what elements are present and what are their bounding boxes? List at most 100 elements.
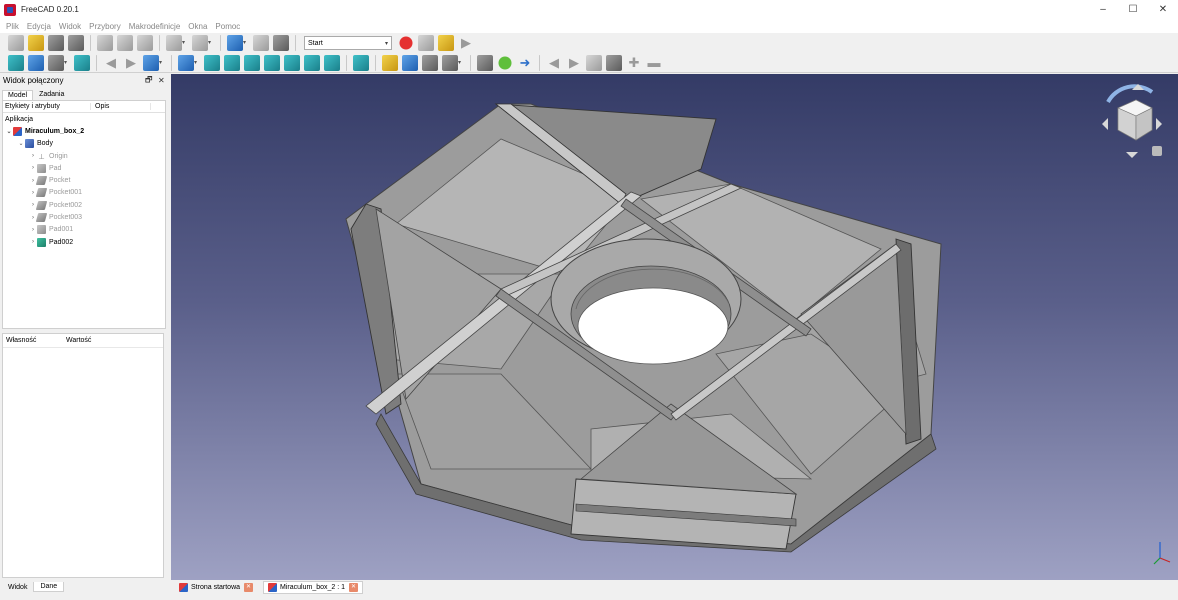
- zoom-out-icon[interactable]: ▬: [646, 55, 662, 71]
- copy-icon[interactable]: [117, 35, 133, 51]
- fit-all-icon[interactable]: [8, 54, 24, 71]
- tree-item-pocket002[interactable]: › Pocket002: [3, 199, 165, 211]
- redo-icon[interactable]: [192, 35, 208, 51]
- workbench-selector[interactable]: Start ▾: [304, 36, 392, 50]
- close-button[interactable]: ✕: [1148, 0, 1178, 19]
- tab-start-page[interactable]: Strona startowa ✕: [175, 581, 257, 594]
- right-view-icon[interactable]: [264, 54, 280, 71]
- forward-arrow-icon[interactable]: ▶: [123, 55, 139, 71]
- save-as-icon[interactable]: [68, 35, 84, 51]
- record-macro-icon[interactable]: [398, 35, 414, 51]
- menu-tools[interactable]: Przybory: [85, 22, 125, 31]
- tree-document[interactable]: ⌄ Miraculum_box_2: [3, 125, 165, 137]
- rotate-left-arrow-icon[interactable]: [1106, 84, 1154, 104]
- chevron-down-icon[interactable]: ▾: [64, 55, 70, 71]
- chevron-right-icon[interactable]: ›: [29, 165, 37, 171]
- measure-icon[interactable]: [353, 54, 369, 71]
- column-description[interactable]: Opis: [91, 103, 151, 110]
- chevron-right-icon[interactable]: ›: [29, 239, 37, 245]
- fit-selection-icon[interactable]: [28, 54, 44, 71]
- front-view-icon[interactable]: [224, 54, 240, 71]
- make-link-icon[interactable]: [422, 54, 438, 71]
- tab-model[interactable]: Model: [2, 90, 34, 100]
- sync-view-icon[interactable]: [143, 54, 159, 71]
- tree-item-pad[interactable]: › Pad: [3, 162, 165, 174]
- create-part-icon[interactable]: [382, 54, 398, 71]
- draw-style-icon[interactable]: [48, 54, 64, 71]
- column-property[interactable]: Własność: [3, 337, 63, 344]
- chevron-down-icon[interactable]: ▾: [182, 35, 188, 51]
- arrow-down-icon[interactable]: [1126, 152, 1138, 158]
- chevron-down-icon[interactable]: ▾: [159, 55, 165, 71]
- zoom-in-icon[interactable]: ✚: [626, 55, 642, 71]
- isometric-view-icon[interactable]: [204, 54, 220, 71]
- no-entry-icon[interactable]: [477, 54, 493, 71]
- menu-file[interactable]: Plik: [2, 22, 23, 31]
- web-forward-icon[interactable]: ▶: [566, 55, 582, 71]
- tab-data[interactable]: Dane: [33, 582, 65, 592]
- top-view-icon[interactable]: [244, 54, 260, 71]
- open-folder-icon[interactable]: [28, 35, 44, 51]
- menu-help[interactable]: Pomoc: [211, 22, 244, 31]
- tree-item-pad001[interactable]: › Pad001: [3, 224, 165, 236]
- edit-macro-icon[interactable]: [438, 35, 454, 51]
- tree-body[interactable]: ⌄ Body: [3, 138, 165, 150]
- maximize-button[interactable]: ☐: [1118, 0, 1148, 19]
- refresh-icon[interactable]: [227, 35, 243, 51]
- minimize-button[interactable]: –: [1088, 0, 1118, 19]
- menu-edit[interactable]: Edycja: [23, 22, 55, 31]
- bottom-view-icon[interactable]: [304, 54, 320, 71]
- close-icon[interactable]: ✕: [349, 582, 359, 592]
- navigation-cube[interactable]: [1096, 80, 1168, 160]
- whats-this-icon[interactable]: [273, 35, 289, 51]
- link-actions-icon[interactable]: [442, 54, 458, 71]
- tree-item-pocket003[interactable]: › Pocket003: [3, 211, 165, 223]
- close-panel-icon[interactable]: ✕: [158, 76, 165, 85]
- web-globe-icon[interactable]: [497, 54, 513, 71]
- menu-windows[interactable]: Okna: [184, 22, 211, 31]
- tree-item-origin[interactable]: › ⟂ Origin: [3, 150, 165, 162]
- tree-item-pocket001[interactable]: › Pocket001: [3, 187, 165, 199]
- chevron-down-icon[interactable]: ⌄: [17, 140, 25, 147]
- arrow-right-icon[interactable]: [1156, 118, 1162, 130]
- menu-macro[interactable]: Makrodefinicje: [125, 22, 185, 31]
- tab-document-view[interactable]: Miraculum_box_2 : 1 ✕: [263, 580, 364, 594]
- paste-icon[interactable]: [137, 35, 153, 51]
- menu-view[interactable]: Widok: [55, 22, 85, 31]
- tab-tasks[interactable]: Zadania: [33, 89, 70, 100]
- view-menu-icon[interactable]: [1152, 146, 1162, 156]
- chevron-right-icon[interactable]: ›: [29, 227, 37, 233]
- new-document-icon[interactable]: [8, 35, 24, 51]
- cut-icon[interactable]: [97, 35, 113, 51]
- create-group-icon[interactable]: [402, 54, 418, 71]
- column-value[interactable]: Wartość: [63, 337, 91, 344]
- left-view-icon[interactable]: [324, 54, 340, 71]
- close-icon[interactable]: ✕: [244, 582, 254, 592]
- tree-item-pad002[interactable]: › Pad002: [3, 236, 165, 248]
- bounding-box-icon[interactable]: [74, 54, 90, 71]
- back-arrow-icon[interactable]: ◀: [103, 55, 119, 71]
- chevron-down-icon[interactable]: ▾: [208, 35, 214, 51]
- web-stop-icon[interactable]: [606, 54, 622, 71]
- chevron-down-icon[interactable]: ▾: [243, 35, 249, 51]
- float-panel-icon[interactable]: 🗗: [145, 74, 153, 88]
- chevron-right-icon[interactable]: ›: [29, 153, 37, 159]
- column-labels[interactable]: Etykiety i atrybuty: [3, 103, 91, 110]
- arrow-left-icon[interactable]: [1102, 118, 1108, 130]
- tree-item-pocket[interactable]: › Pocket: [3, 174, 165, 186]
- chevron-down-icon[interactable]: ▾: [458, 55, 464, 71]
- model-3d-render[interactable]: [171, 74, 1178, 580]
- chevron-down-icon[interactable]: ▾: [194, 55, 200, 71]
- std-views-icon[interactable]: [178, 54, 194, 71]
- web-refresh-icon[interactable]: [586, 54, 602, 71]
- stop-macro-icon[interactable]: [418, 35, 434, 51]
- go-arrow-icon[interactable]: ➜: [517, 55, 533, 71]
- web-back-icon[interactable]: ◀: [546, 55, 562, 71]
- undo-icon[interactable]: [166, 35, 182, 51]
- chevron-down-icon[interactable]: ⌄: [5, 128, 13, 135]
- save-icon[interactable]: [48, 35, 64, 51]
- tab-view[interactable]: Widok: [2, 583, 33, 592]
- run-macro-icon[interactable]: ▶: [458, 35, 474, 51]
- 3d-viewport[interactable]: [171, 74, 1178, 580]
- rear-view-icon[interactable]: [284, 54, 300, 71]
